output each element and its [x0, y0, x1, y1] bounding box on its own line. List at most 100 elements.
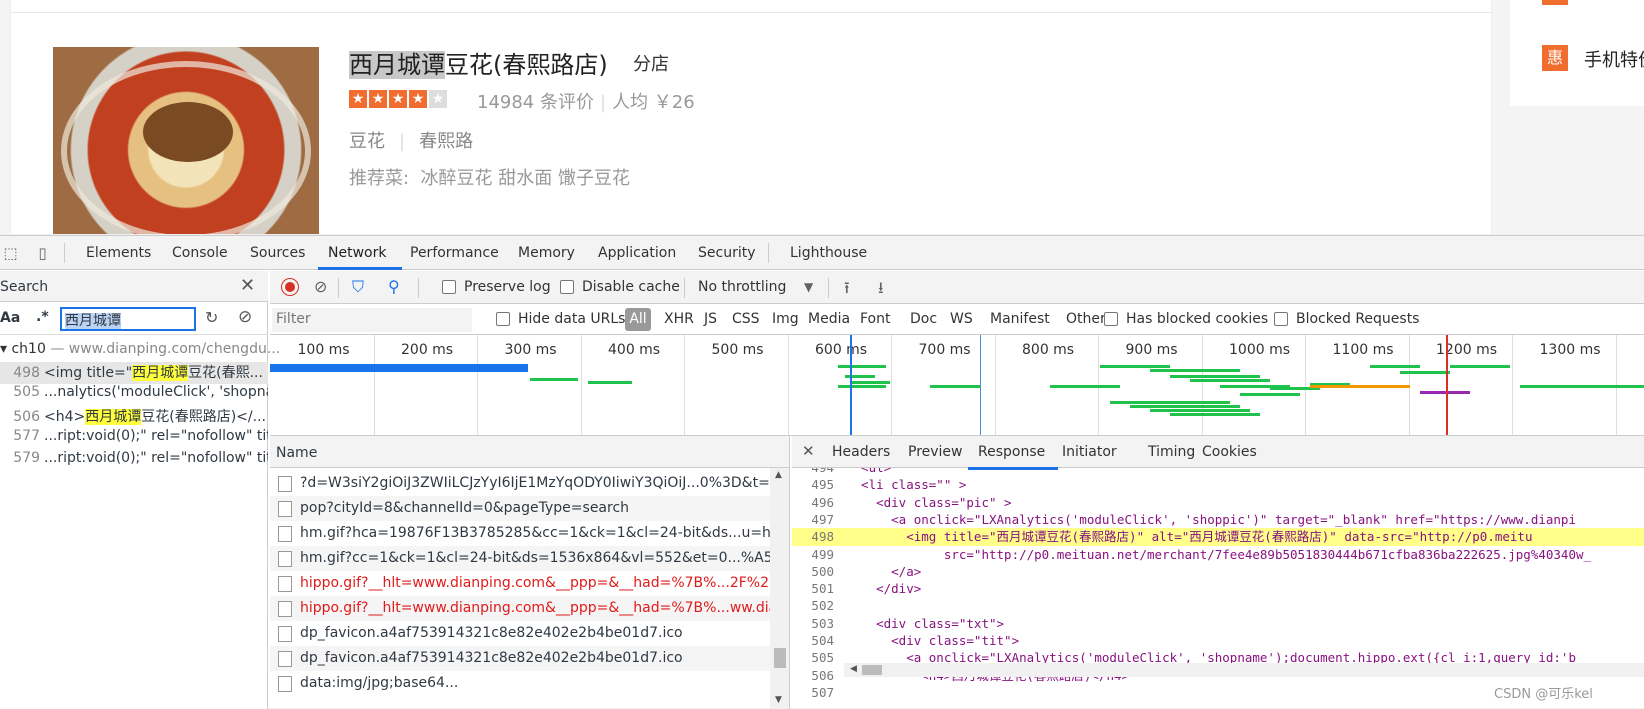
tab-sources[interactable]: Sources: [250, 245, 305, 261]
filter-type-css[interactable]: CSS: [732, 311, 760, 327]
blocked-requests-label: Blocked Requests: [1296, 311, 1420, 327]
tab-network[interactable]: Network: [328, 245, 386, 261]
request-row[interactable]: hippo.gif?__hlt=www.dianping.com&__ppp=&…: [270, 596, 770, 621]
tab-elements[interactable]: Elements: [86, 245, 151, 261]
search-result-row[interactable]: 579 ...ript:void(0);" rel="nofollow" tit.…: [0, 450, 268, 472]
filter-type-media[interactable]: Media: [808, 311, 850, 327]
close-icon[interactable]: ✕: [240, 275, 255, 296]
scroll-down-icon[interactable]: ▼: [775, 695, 782, 705]
clear-log-icon[interactable]: ⊘: [314, 277, 327, 296]
scroll-thumb[interactable]: [774, 648, 786, 668]
horizontal-scrollbar[interactable]: ◀: [844, 663, 1644, 677]
search-result-row[interactable]: 505 ...nalytics('moduleClick', 'shopna...: [0, 384, 268, 406]
tab-lighthouse[interactable]: Lighthouse: [790, 245, 867, 261]
filter-type-other[interactable]: Other: [1066, 311, 1106, 327]
search-result-file[interactable]: ▾ ch10 — www.dianping.com/chengdu...: [0, 341, 280, 357]
result-filename: ch10: [11, 341, 46, 357]
hide-data-urls-checkbox[interactable]: [496, 312, 510, 326]
filter-type-doc[interactable]: Doc: [910, 311, 937, 327]
filter-icon[interactable]: ⛉: [352, 277, 364, 297]
blocked-requests-checkbox[interactable]: [1274, 312, 1288, 326]
timeline-gridline: [1512, 335, 1513, 435]
disable-cache-label: Disable cache: [582, 279, 680, 295]
filter-type-font[interactable]: Font: [860, 311, 890, 327]
recommend-items[interactable]: 冰醉豆花 甜水面 馓子豆花: [421, 168, 630, 189]
timeline-label: 600 ms: [815, 342, 868, 358]
filter-type-xhr[interactable]: XHR: [664, 311, 694, 327]
export-har-icon[interactable]: ⭳: [878, 277, 884, 304]
request-row[interactable]: ?d=W3siY2giOiJ3ZWIiLCJzYyI6IjE1MzYqODY0I…: [270, 471, 770, 496]
filter-type-js[interactable]: JS: [704, 311, 717, 327]
request-row[interactable]: hm.gif?hca=19876F13B3785285&cc=1&ck=1&cl…: [270, 521, 770, 546]
has-blocked-cookies-checkbox[interactable]: [1104, 312, 1118, 326]
code-text: <div class="tit">: [846, 633, 1020, 648]
request-list-scrollbar[interactable]: ▲ ▼: [770, 468, 789, 709]
filter-bar: Filter Hide data URLs All XHR JS CSS Img Med…: [270, 304, 1644, 335]
chevron-down-icon[interactable]: ▼: [804, 280, 813, 294]
tab-memory[interactable]: Memory: [518, 245, 575, 261]
shop-tags: 豆花 | 春熙路: [349, 131, 474, 152]
request-bar: [1310, 385, 1410, 388]
timeline-gridline: [994, 335, 996, 435]
request-row[interactable]: data:img/jpg;base64...: [270, 671, 770, 696]
search-input[interactable]: 西月城谭: [60, 307, 196, 331]
tab-response[interactable]: Response: [978, 444, 1045, 460]
tab-console[interactable]: Console: [172, 245, 228, 261]
request-row[interactable]: pop?cityId=8&channelId=0&pageType=search: [270, 496, 770, 521]
scroll-left-icon[interactable]: ◀: [850, 664, 857, 674]
search-result-row[interactable]: 506 <h4>西月城谭豆花(春熙路店)</...: [0, 406, 268, 428]
throttling-select[interactable]: No throttling: [698, 279, 786, 295]
request-bar: [838, 365, 886, 368]
filter-all-button[interactable]: All: [625, 308, 651, 331]
tab-headers[interactable]: Headers: [832, 444, 890, 460]
filter-type-manifest[interactable]: Manifest: [990, 311, 1050, 327]
scroll-up-icon[interactable]: ▲: [775, 470, 782, 480]
preserve-log-checkbox[interactable]: [442, 280, 456, 294]
name-column-header[interactable]: Name: [270, 436, 789, 468]
search-icon[interactable]: ⚲: [388, 277, 400, 296]
code-text: <div class="txt">: [846, 615, 1005, 631]
refresh-icon[interactable]: ↻: [205, 308, 218, 327]
shop-title[interactable]: 西月城谭豆花(春熙路店): [349, 45, 608, 80]
line-number: 500: [811, 563, 834, 579]
branch-link[interactable]: 分店: [633, 50, 669, 76]
filter-type-ws[interactable]: WS: [950, 311, 973, 327]
tab-timing[interactable]: Timing: [1148, 444, 1195, 460]
device-toolbar-icon[interactable]: ▯: [34, 245, 51, 262]
search-result-row[interactable]: 498 <img title="西月城谭豆花(春熙...: [0, 362, 268, 384]
tab-cookies[interactable]: Cookies: [1202, 444, 1257, 460]
tab-application[interactable]: Application: [598, 245, 676, 261]
request-bar: [270, 364, 528, 372]
tag-area[interactable]: 春熙路: [419, 131, 473, 152]
match-case-toggle[interactable]: Aa: [0, 310, 20, 326]
clear-icon[interactable]: ⊘: [238, 307, 252, 327]
tab-preview[interactable]: Preview: [908, 444, 963, 460]
tag-category[interactable]: 豆花: [349, 131, 385, 152]
close-icon[interactable]: ✕: [802, 442, 815, 460]
tab-performance[interactable]: Performance: [410, 245, 499, 261]
code-text: </div>: [846, 581, 922, 597]
search-result-row[interactable]: 577 ...ript:void(0);" rel="nofollow" tit.…: [0, 428, 268, 450]
timeline-label: 200 ms: [401, 342, 454, 358]
star-icon: ★: [409, 90, 427, 108]
network-overview-timeline[interactable]: 100 ms 200 ms 300 ms 400 ms 500 ms 600 ms 700 …: [270, 335, 1644, 436]
inspect-element-icon[interactable]: ⬚: [2, 245, 19, 262]
timeline-gridline: [787, 335, 789, 435]
import-har-icon[interactable]: ⭱: [844, 277, 850, 304]
filter-type-img[interactable]: Img: [772, 311, 799, 327]
request-row[interactable]: hm.gif?cc=1&ck=1&cl=24-bit&ds=1536x864&v…: [270, 546, 770, 571]
scroll-thumb[interactable]: [862, 665, 882, 675]
tab-initiator[interactable]: Initiator: [1062, 444, 1117, 460]
disable-cache-checkbox[interactable]: [560, 280, 574, 294]
request-row[interactable]: hippo.gif?__hlt=www.dianping.com&__ppp=&…: [270, 571, 770, 596]
shop-photo[interactable]: [53, 47, 319, 234]
record-button[interactable]: [282, 279, 298, 295]
review-count[interactable]: 14984 条评价: [477, 92, 594, 113]
regex-toggle[interactable]: .*: [36, 309, 49, 325]
tab-security[interactable]: Security: [698, 245, 756, 261]
request-row[interactable]: dp_favicon.a4af753914321c8e82e402e2b4be0…: [270, 646, 770, 671]
request-row[interactable]: dp_favicon.a4af753914321c8e82e402e2b4be0…: [270, 621, 770, 646]
filter-input[interactable]: Filter: [272, 308, 472, 332]
request-name: hippo.gif?__hlt=www.dianping.com&__ppp=&…: [300, 600, 770, 616]
promo-text[interactable]: 手机特价: [1584, 46, 1644, 72]
